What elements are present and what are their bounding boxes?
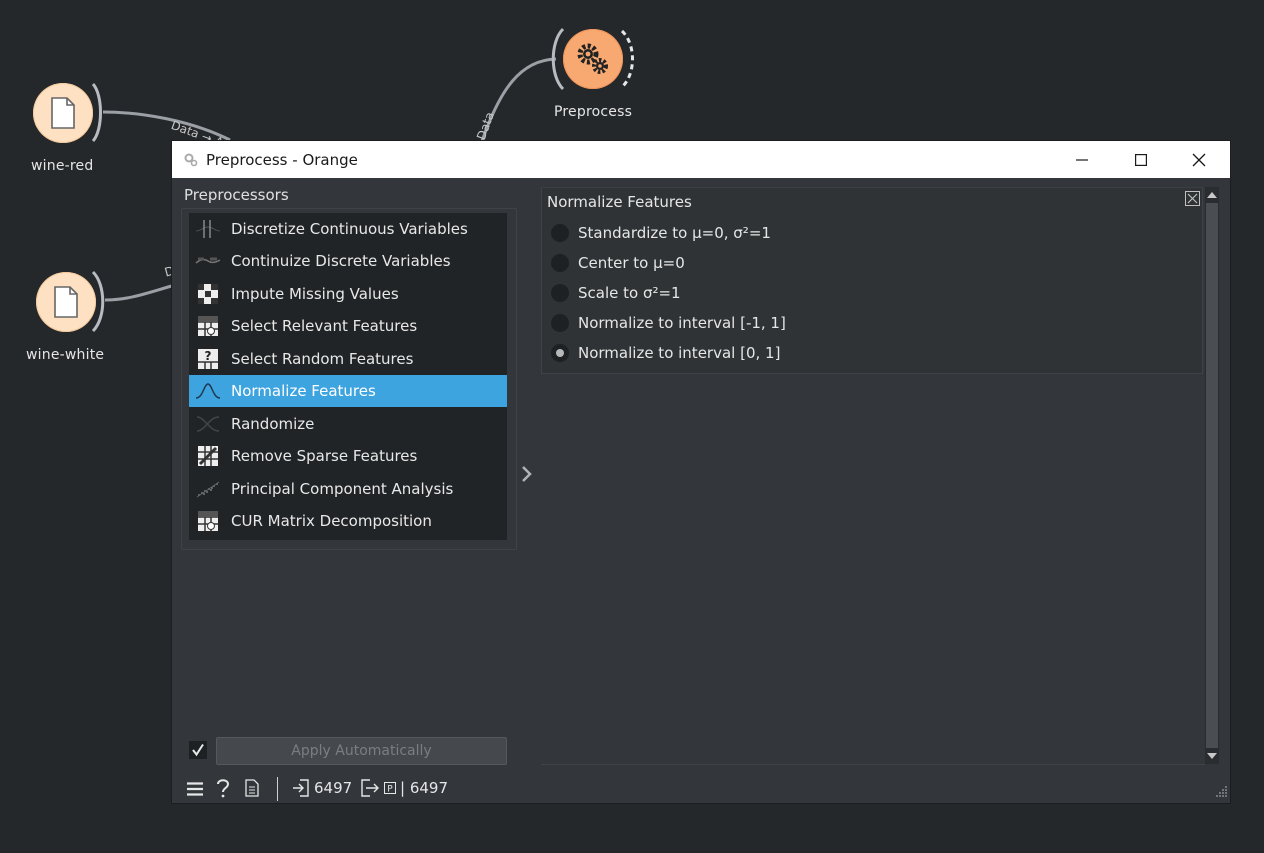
list-item-label: Principal Component Analysis <box>231 480 454 498</box>
radio-label: Center to μ=0 <box>578 254 685 272</box>
list-item-discretize[interactable]: Discretize Continuous Variables <box>189 213 507 245</box>
output-icon <box>361 779 379 797</box>
maximize-icon <box>1135 153 1147 166</box>
list-item-label: Select Random Features <box>231 350 414 368</box>
checkmark-icon <box>192 743 204 757</box>
editor-title: Normalize Features <box>547 193 692 211</box>
radio-selected-dot <box>556 349 564 357</box>
document-icon <box>33 83 93 143</box>
radio-normalize-neg1-1[interactable]: Normalize to interval [-1, 1] <box>551 312 786 334</box>
list-item-cur[interactable]: CUR Matrix Decomposition <box>189 505 507 537</box>
continuize-icon <box>195 250 221 272</box>
radio-standardize[interactable]: Standardize to μ=0, σ²=1 <box>551 222 771 244</box>
list-item-label: Impute Missing Values <box>231 285 399 303</box>
select-random-icon: ? <box>195 348 221 370</box>
radio-center[interactable]: Center to μ=0 <box>551 252 685 274</box>
normalize-editor: Normalize Features Standardize to μ=0, σ… <box>541 187 1203 374</box>
list-item-randomize[interactable]: Randomize <box>189 408 507 440</box>
status-divider <box>277 777 278 801</box>
radio-label: Normalize to interval [-1, 1] <box>578 314 786 332</box>
list-item-label: Discretize Continuous Variables <box>231 220 468 238</box>
preprocessors-list: Discretize Continuous Variables Continui… <box>189 213 507 540</box>
output-count: | 6497 <box>400 779 448 797</box>
discretize-icon <box>195 218 221 240</box>
radio-button[interactable] <box>551 344 569 362</box>
cur-icon <box>195 510 221 532</box>
link-wine-white-to-preprocess <box>104 283 176 302</box>
apply-button[interactable]: Apply Automatically <box>216 737 507 765</box>
list-item-select-relevant[interactable]: Select Relevant Features <box>189 310 507 342</box>
vertical-scrollbar[interactable] <box>1205 187 1219 764</box>
scroll-down-icon[interactable] <box>1205 749 1219 763</box>
document-icon <box>36 272 96 332</box>
output-summary[interactable]: P | 6497 <box>360 779 448 797</box>
close-editor-icon[interactable] <box>1185 191 1200 210</box>
list-item-impute[interactable]: Impute Missing Values <box>189 278 507 310</box>
list-item-label: Randomize <box>231 415 315 433</box>
list-item-remove-sparse[interactable]: Remove Sparse Features <box>189 440 507 472</box>
svg-text:P: P <box>387 785 393 795</box>
list-item-select-random[interactable]: ? Select Random Features <box>189 343 507 375</box>
input-count: 6497 <box>314 779 353 797</box>
list-item-normalize[interactable]: Normalize Features <box>189 375 507 407</box>
radio-label: Normalize to interval [0, 1] <box>578 344 781 362</box>
radio-button[interactable] <box>551 224 569 242</box>
radio-label: Standardize to μ=0, σ²=1 <box>578 224 771 242</box>
list-item-label: Normalize Features <box>231 382 376 400</box>
node-label-wine-red: wine-red <box>31 158 94 174</box>
close-icon <box>1192 153 1206 166</box>
normalize-icon <box>195 380 221 402</box>
list-item-pca[interactable]: Principal Component Analysis <box>189 473 507 505</box>
radio-button[interactable] <box>551 314 569 332</box>
input-summary[interactable]: 6497 <box>292 779 352 797</box>
svg-text:?: ? <box>205 349 212 363</box>
preprocess-window: Preprocess - Orange Preprocessors Discre… <box>172 141 1230 803</box>
input-icon <box>293 779 309 797</box>
node-label-preprocess: Preprocess <box>554 104 633 120</box>
radio-label: Scale to σ²=1 <box>578 284 681 302</box>
scroll-up-icon[interactable] <box>1205 188 1219 202</box>
radio-button[interactable] <box>551 284 569 302</box>
app-gears-icon <box>184 152 198 171</box>
status-bar: 6497 P | 6497 <box>172 775 1230 801</box>
preprocessor-output-icon: P <box>384 782 396 794</box>
report-icon[interactable] <box>245 779 259 797</box>
chevron-right-icon[interactable] <box>520 464 534 488</box>
separator <box>541 764 1205 765</box>
impute-icon <box>195 283 221 305</box>
remove-sparse-icon <box>195 445 221 467</box>
list-item-label: Remove Sparse Features <box>231 447 418 465</box>
node-label-wine-white: wine-white <box>26 347 105 363</box>
resize-grip-icon[interactable] <box>1216 782 1228 801</box>
window-title: Preprocess - Orange <box>206 151 358 169</box>
menu-icon[interactable] <box>187 782 203 796</box>
radio-button[interactable] <box>551 254 569 272</box>
gears-icon <box>563 29 623 89</box>
title-bar[interactable]: Preprocess - Orange <box>172 141 1230 178</box>
link-preprocess-input <box>480 57 557 142</box>
help-icon[interactable] <box>216 778 230 798</box>
minimize-icon <box>1076 158 1088 161</box>
minimize-button[interactable] <box>1053 141 1111 178</box>
list-item-label: Select Relevant Features <box>231 317 418 335</box>
radio-scale[interactable]: Scale to σ²=1 <box>551 282 681 304</box>
select-relevant-icon <box>195 315 221 337</box>
apply-automatically-checkbox[interactable] <box>189 741 207 759</box>
radio-normalize-0-1[interactable]: Normalize to interval [0, 1] <box>551 342 780 364</box>
maximize-button[interactable] <box>1112 141 1170 178</box>
pca-icon <box>195 478 221 500</box>
randomize-icon <box>195 413 221 435</box>
scrollbar-thumb[interactable] <box>1206 203 1218 748</box>
close-button[interactable] <box>1170 141 1228 178</box>
preprocessors-title: Preprocessors <box>184 186 289 204</box>
list-item-label: Continuize Discrete Variables <box>231 252 451 270</box>
list-item-continuize[interactable]: Continuize Discrete Variables <box>189 245 507 277</box>
list-item-label: CUR Matrix Decomposition <box>231 512 432 530</box>
